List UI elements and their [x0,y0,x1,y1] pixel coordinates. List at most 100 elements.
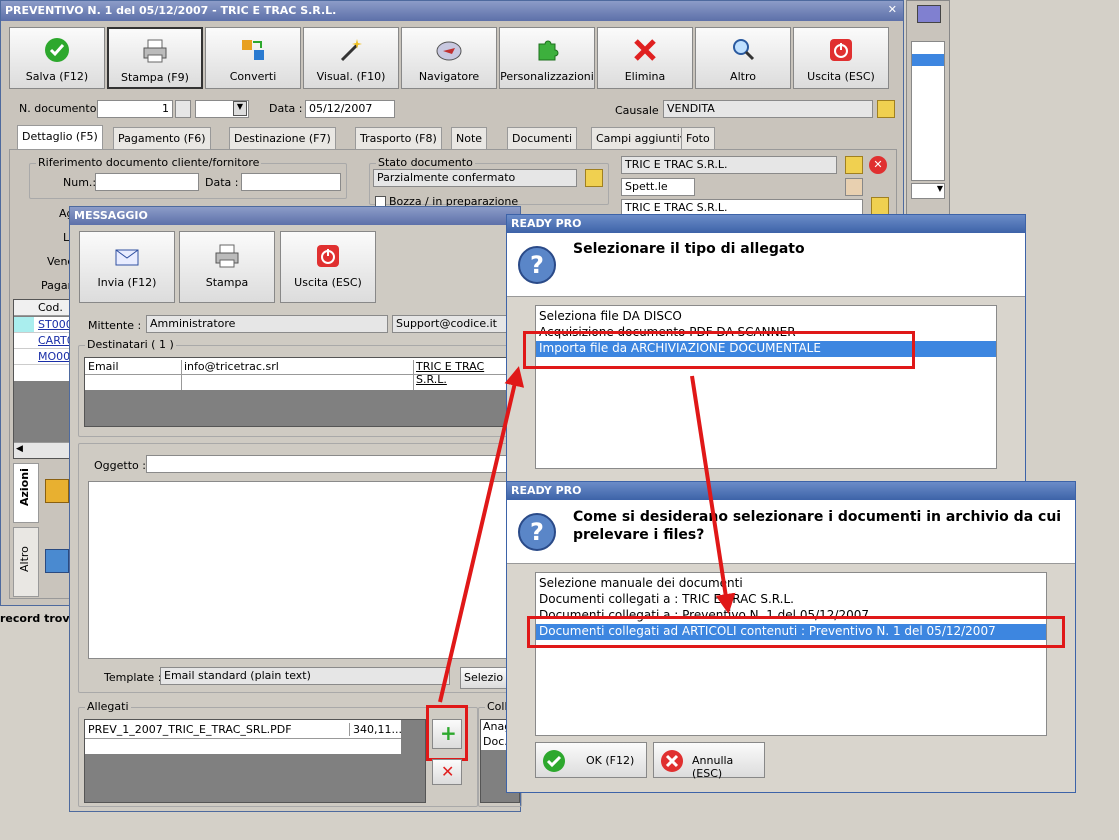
remove-attachment-button[interactable]: ✕ [432,759,462,785]
spett-field[interactable]: Spett.le [621,178,695,196]
add-box-icon[interactable] [45,479,69,503]
ok-button[interactable]: OK (F12) [535,742,647,778]
convert-icon [242,40,264,60]
stato-field[interactable]: Parzialmente confermato [373,169,577,187]
table-row[interactable]: PREV_1_2007_TRIC_E_TRAC_SRL.PDF 340,11..… [85,720,402,754]
righe-grid: Cod. ST000 CART0 MO001 ◀ [13,299,77,459]
question-icon: ? [518,513,556,551]
list-item[interactable]: Seleziona file DA DISCO [536,309,996,325]
uscita-msg-button[interactable]: Uscita (ESC) [280,231,376,303]
dialog1-header: ? Selezionare il tipo di allegato [507,233,1025,297]
close-icon[interactable]: ✕ [888,3,897,16]
question-icon: ? [518,246,556,284]
delete-x-icon [634,39,656,61]
messaggio-window: MESSAGGIO Invia (F12) Stampa Uscita (ESC… [69,206,524,812]
folder-icon[interactable] [845,156,863,174]
convert-icon[interactable] [45,549,69,573]
list-item[interactable]: Selezione manuale dei documenti [536,576,1046,592]
data2-label: Data : [205,176,239,189]
svg-text:?: ? [530,251,544,279]
dialog-selezione-documenti: READY PRO ? Come si desiderano seleziona… [506,481,1076,793]
remove-icon[interactable]: ✕ [869,156,887,174]
tab-trasporto[interactable]: Trasporto (F8) [355,127,442,149]
destinatari-table: Email info@tricetrac.srl TRIC E TRAC S.R… [84,357,517,427]
check-icon [543,750,565,772]
invia-button[interactable]: Invia (F12) [79,231,175,303]
vtab-altro[interactable]: Altro [13,527,39,597]
data-field[interactable]: 05/12/2007 [305,100,395,118]
converti-button[interactable]: Converti [205,27,301,89]
arrow-left-icon[interactable]: ◀ [16,444,23,454]
messaggio-titlebar: MESSAGGIO [70,207,520,225]
navigatore-button[interactable]: Navigatore [401,27,497,89]
highlight-archiviazione [523,331,915,369]
stampa-msg-button[interactable]: Stampa [179,231,275,303]
tab-documenti[interactable]: Documenti [507,127,578,149]
folder-icon[interactable] [877,100,895,118]
ndoc-field[interactable]: 1 [97,100,173,118]
mittente-field[interactable]: Amministratore [146,315,388,333]
dialog2-question-line2: prelevare i files? [573,527,705,543]
cancel-icon [661,750,683,772]
oggetto-field[interactable] [146,455,518,473]
folder-icon[interactable] [585,169,603,187]
data2-field[interactable] [241,173,341,191]
template-label: Template : [104,671,162,684]
data-label: Data : [269,102,303,115]
body-textarea[interactable] [88,481,518,659]
ndoc-spinner[interactable] [175,100,191,118]
dialog2-question-line1: Come si desiderano selezionare i documen… [573,509,1062,525]
status-text: record trova [0,612,77,625]
highlight-add-button [426,705,468,761]
tab-destinazione[interactable]: Destinazione (F7) [229,127,336,149]
mittente-email-field[interactable]: Support@codice.it [392,315,518,333]
svg-text:?: ? [530,518,544,546]
ndoc-series-select[interactable]: ▼ [195,100,249,118]
dropdown[interactable]: ▼ [911,183,945,199]
users-icon[interactable] [917,5,941,23]
tab-note[interactable]: Note [451,127,488,149]
tab-dettaglio[interactable]: Dettaglio (F5) [17,125,103,149]
table-row[interactable]: ST000 [14,317,73,333]
causale-label: Causale : [615,104,666,117]
puzzle-icon [538,40,559,61]
tab-foto[interactable]: Foto [681,127,715,149]
dialog1-question: Selezionare il tipo di allegato [573,241,805,257]
annulla-button[interactable]: Annulla (ESC) [653,742,765,780]
causale-field[interactable]: VENDITA [663,100,873,118]
list-item[interactable]: Documenti collegati a : TRIC E TRAC S.R.… [536,592,1046,608]
tab-pagamento[interactable]: Pagamento (F6) [113,127,211,149]
vtab-azioni[interactable]: Azioni [13,463,39,523]
check-icon [45,38,69,62]
compass-icon [436,41,462,61]
printer-icon [215,244,239,268]
ndoc-label: N. documento : [19,102,104,115]
cliente-field[interactable]: TRIC E TRAC S.R.L. [621,156,837,174]
stampa-button[interactable]: Stampa (F9) [107,27,203,89]
tipo-allegato-list[interactable]: Seleziona file DA DISCO Acquisizione doc… [535,305,997,469]
table-row[interactable]: Email info@tricetrac.srl TRIC E TRAC S.R… [85,358,517,390]
tab-campi-aggiuntivi[interactable]: Campi aggiuntivi [591,127,695,149]
printer-icon [143,39,167,63]
preventivo-titlebar: PREVENTIVO N. 1 del 05/12/2007 - TRIC E … [1,1,903,21]
allegati-table: PREV_1_2007_TRIC_E_TRAC_SRL.PDF 340,11..… [84,719,426,803]
folder-icon[interactable] [871,197,889,215]
selezione-documenti-list[interactable]: Selezione manuale dei documenti Document… [535,572,1047,736]
elimina-button[interactable]: Elimina [597,27,693,89]
num-field[interactable] [95,173,199,191]
template-field[interactable]: Email standard (plain text) [160,667,450,685]
list-panel [911,41,945,181]
mittente-label: Mittente : [88,319,142,332]
delete-x-icon: ✕ [441,762,455,781]
dialog-tipo-allegato: READY PRO ? Selezionare il tipo di alleg… [506,214,1026,486]
table-row[interactable]: CART0 [14,333,74,349]
table-row[interactable]: MO001 [14,349,77,365]
salva-button[interactable]: Salva (F12) [9,27,105,89]
horizontal-scrollbar[interactable]: ◀ [14,442,72,458]
contacts-icon[interactable] [845,178,863,196]
uscita-button[interactable]: Uscita (ESC) [793,27,889,89]
chevron-down-icon: ▼ [233,101,247,116]
personalizzazioni-button[interactable]: Personalizzazioni [499,27,595,89]
visual-button[interactable]: Visual. (F10) [303,27,399,89]
altro-button[interactable]: Altro [695,27,791,89]
